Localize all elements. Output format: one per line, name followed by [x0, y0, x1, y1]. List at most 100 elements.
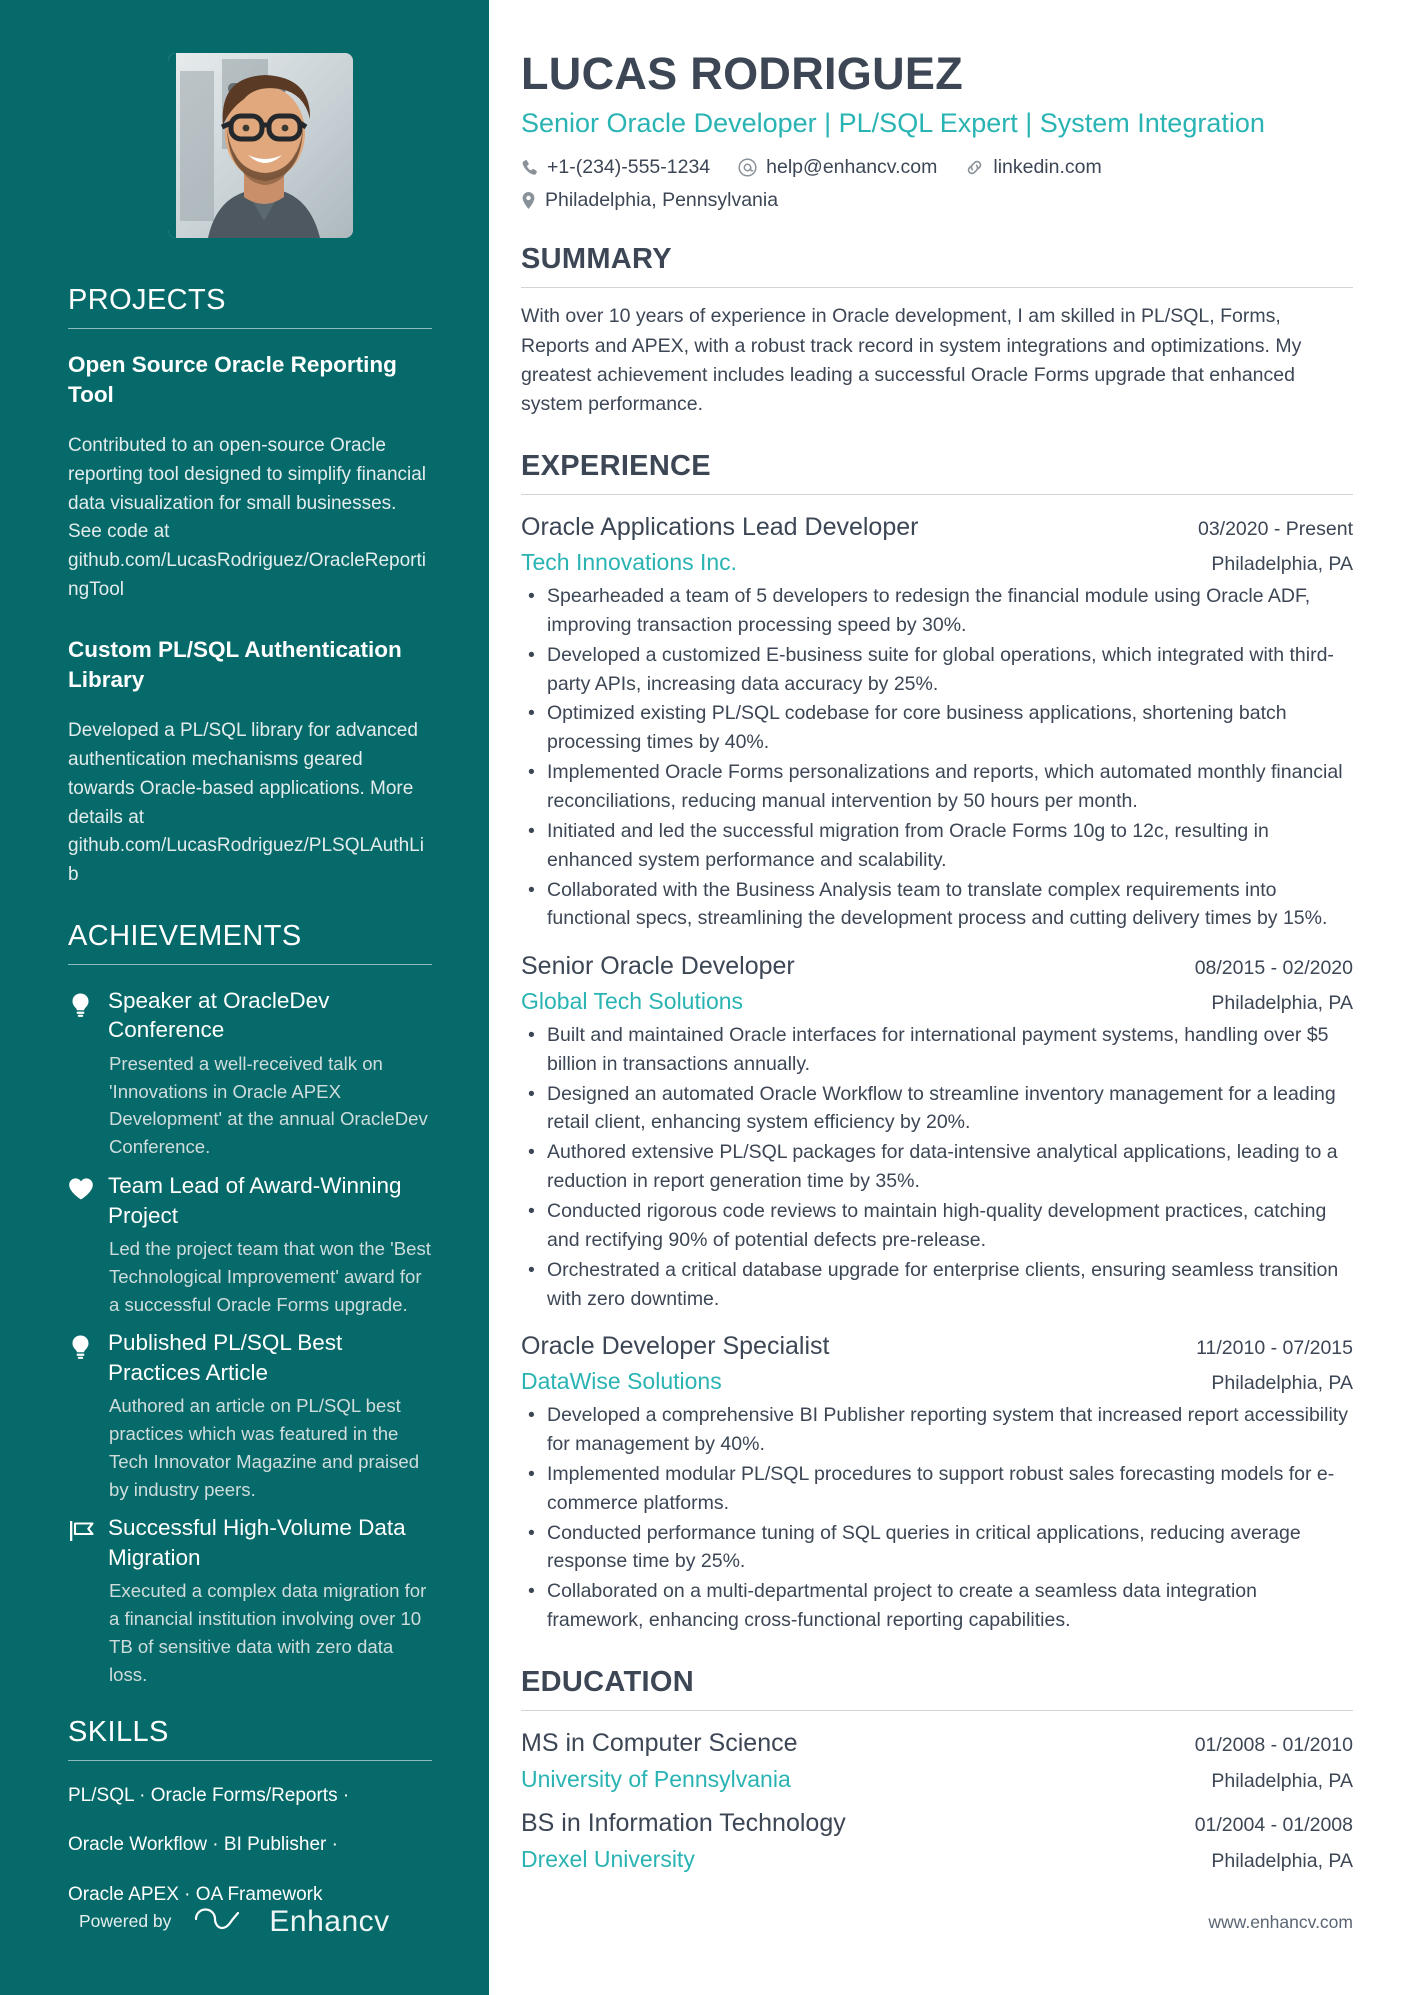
bullet-item: • Authored extensive PL/SQL packages for …	[521, 1138, 1353, 1196]
job-company[interactable]: Tech Innovations Inc.	[521, 546, 737, 579]
job-company[interactable]: Global Tech Solutions	[521, 985, 743, 1018]
education-item: BS in Information Technology 01/2004 - 0…	[521, 1805, 1353, 1877]
job-title: Senior Oracle Developer	[521, 952, 795, 981]
bullet-text: Spearheaded a team of 5 developers to re…	[547, 584, 1311, 636]
education-school[interactable]: Drexel University	[521, 1842, 695, 1877]
bullet-item: • Collaborated on a multi-departmental pr…	[521, 1577, 1353, 1635]
divider	[68, 1759, 432, 1761]
skills-line: Oracle Workflow · BI Publisher ·	[68, 1834, 338, 1856]
enhancv-logo-icon	[192, 1904, 248, 1939]
achievement-item: Speaker at OracleDev Conference Presente…	[68, 986, 432, 1161]
bullet-text: Developed a comprehensive BI Publisher r…	[547, 1404, 1348, 1455]
contact-email[interactable]: help@enhancv.com	[738, 156, 937, 179]
bullet-dot: •	[528, 878, 535, 901]
bullet-item: • Initiated and led the successful migrat…	[521, 817, 1353, 875]
bullet-item: • Collaborated with the Business Analysis…	[521, 876, 1353, 934]
powered-by-label: Powered by	[79, 1911, 172, 1931]
divider	[521, 287, 1353, 289]
experience-company-row: Global Tech Solutions Philadelphia, PA	[521, 985, 1353, 1018]
avatar	[168, 53, 353, 238]
bullet-dot: •	[528, 643, 535, 666]
education-degree-row: MS in Computer Science 01/2008 - 01/2010	[521, 1725, 1353, 1763]
main-content: LUCAS RODRIGUEZ Senior Oracle Developer …	[489, 0, 1410, 1995]
job-title: Oracle Applications Lead Developer	[521, 513, 919, 542]
job-date: 08/2015 - 02/2020	[1194, 957, 1353, 980]
achievement-title: Team Lead of Award-Winning Project	[108, 1173, 402, 1228]
bullet-dot: •	[528, 1141, 535, 1164]
contact-link[interactable]: linkedin.com	[965, 156, 1102, 179]
job-location: Philadelphia, PA	[1211, 552, 1353, 575]
achievement-title: Successful High-Volume Data Migration	[108, 1515, 406, 1570]
bullet-text: Implemented Oracle Forms personalization…	[547, 761, 1343, 812]
bullet-text: Collaborated with the Business Analysis …	[547, 878, 1328, 930]
bullet-dot: •	[528, 584, 535, 607]
achievement-item: Published PL/SQL Best Practices Article …	[68, 1328, 432, 1503]
bullet-text: Collaborated on a multi-departmental pro…	[547, 1580, 1257, 1632]
summary-heading: SUMMARY	[521, 243, 672, 276]
skills-heading: SKILLS	[68, 1715, 169, 1748]
bullet-text: Built and maintained Oracle interfaces f…	[547, 1023, 1329, 1075]
sidebar-section-achievements: ACHIEVEMENTS Speaker at OracleDev Confer…	[0, 920, 489, 1688]
education-location: Philadelphia, PA	[1211, 1850, 1353, 1873]
bullet-text: Implemented modular PL/SQL procedures to…	[547, 1462, 1335, 1514]
skills-line: PL/SQL · Oracle Forms/Reports ·	[68, 1784, 350, 1806]
headline: Senior Oracle Developer | PL/SQL Expert …	[521, 107, 1265, 138]
achievement-item: Team Lead of Award-Winning Project Led t…	[68, 1171, 432, 1318]
experience-company-row: Tech Innovations Inc. Philadelphia, PA	[521, 546, 1353, 579]
section-experience: EXPERIENCE Oracle Applications Lead Deve…	[521, 450, 1353, 1635]
job-date: 03/2020 - Present	[1197, 518, 1353, 541]
divider	[68, 964, 432, 966]
bullet-item: • Orchestrated a critical database upgrad…	[521, 1256, 1353, 1314]
enhancv-wordmark: Enhancv	[269, 1904, 390, 1938]
bullet-text: Developed a customized E-business suite …	[547, 643, 1334, 695]
project-item: Custom PL/SQL Authentication Library Dev…	[68, 635, 432, 890]
job-company[interactable]: DataWise Solutions	[521, 1365, 722, 1398]
website-footer[interactable]: www.enhancv.com	[1208, 1912, 1353, 1933]
job-bullets: • Spearheaded a team of 5 developers to r…	[521, 582, 1353, 933]
email-icon	[738, 158, 757, 177]
education-school[interactable]: University of Pennsylvania	[521, 1762, 791, 1797]
section-education: EDUCATION MS in Computer Science 01/2008…	[521, 1666, 1353, 1877]
experience-heading: EXPERIENCE	[521, 450, 711, 483]
sidebar-section-skills: SKILLS PL/SQL · Oracle Forms/Reports · O…	[0, 1716, 489, 1910]
contact-location: Philadelphia, Pennsylvania	[521, 189, 778, 212]
bullet-item: • Designed an automated Oracle Workflow t…	[521, 1080, 1353, 1138]
lightbulb-icon	[68, 1328, 108, 1503]
contact-link-text: linkedin.com	[993, 156, 1102, 179]
section-summary: SUMMARY With over 10 years of experience…	[521, 243, 1353, 419]
education-school-row: Drexel University Philadelphia, PA	[521, 1842, 1353, 1877]
bullet-text: Authored extensive PL/SQL packages for d…	[547, 1141, 1338, 1193]
bullet-dot: •	[528, 702, 535, 725]
experience-title-row: Oracle Applications Lead Developer 03/20…	[521, 509, 1353, 545]
education-item: MS in Computer Science 01/2008 - 01/2010…	[521, 1725, 1353, 1797]
achievement-description: Authored an article on PL/SQL best pract…	[109, 1394, 420, 1500]
job-bullets: • Built and maintained Oracle interfaces …	[521, 1021, 1353, 1314]
location-pin-icon	[521, 191, 536, 210]
contact-email-text: help@enhancv.com	[766, 156, 938, 179]
contact-location-text: Philadelphia, Pennsylvania	[545, 189, 779, 212]
contact-phone-text: +1-(234)-555-1234	[547, 156, 711, 179]
divider	[68, 328, 432, 329]
achievement-description: Executed a complex data migration for a …	[109, 1579, 427, 1685]
link-icon	[965, 158, 984, 177]
bullet-dot: •	[528, 1082, 535, 1105]
bullet-item: • Implemented modular PL/SQL procedures t…	[521, 1460, 1353, 1518]
education-date: 01/2008 - 01/2010	[1194, 1733, 1353, 1756]
projects-heading: PROJECTS	[68, 284, 226, 316]
bullet-item: • Conducted rigorous code reviews to main…	[521, 1197, 1353, 1255]
contact-phone[interactable]: +1-(234)-555-1234	[521, 156, 710, 179]
flag-icon	[68, 1513, 108, 1688]
contact-list: +1-(234)-555-1234 help@enhancv.com linke…	[521, 156, 1261, 212]
divider	[521, 1709, 1353, 1711]
achievement-title: Speaker at OracleDev Conference	[108, 988, 330, 1043]
project-name: Custom PL/SQL Authentication Library	[68, 637, 402, 693]
education-degree-row: BS in Information Technology 01/2004 - 0…	[521, 1805, 1353, 1843]
job-bullets: • Developed a comprehensive BI Publisher …	[521, 1401, 1353, 1635]
bullet-item: • Conducted performance tuning of SQL que…	[521, 1519, 1353, 1577]
bullet-item: • Developed a customized E-business suite…	[521, 641, 1353, 699]
education-location: Philadelphia, PA	[1211, 1770, 1353, 1793]
bullet-text: Initiated and led the successful migrati…	[547, 819, 1269, 871]
experience-item: Senior Oracle Developer 08/2015 - 02/202…	[521, 948, 1353, 1313]
lightbulb-icon	[68, 986, 108, 1161]
sidebar-section-projects: PROJECTS Open Source Oracle Reporting To…	[0, 284, 489, 890]
